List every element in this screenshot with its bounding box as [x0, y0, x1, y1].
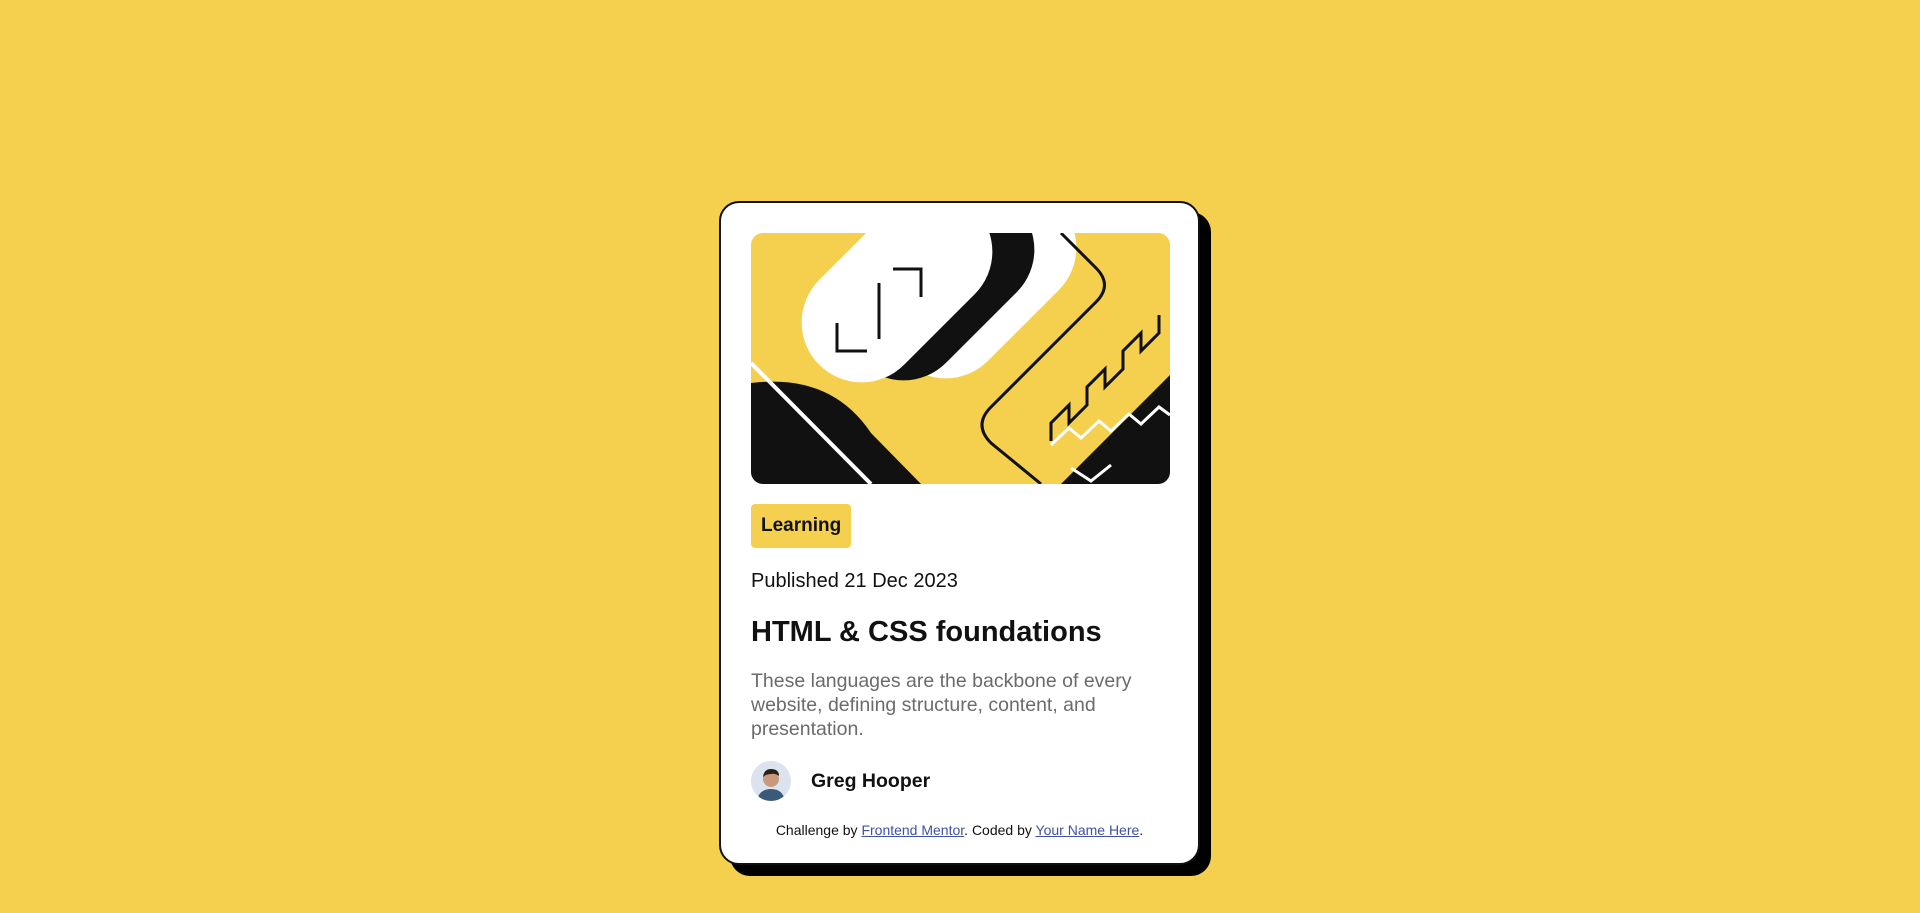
card-title[interactable]: HTML & CSS foundations	[751, 612, 1102, 652]
author-name: Greg Hooper	[811, 769, 931, 792]
attribution: Challenge by Frontend Mentor. Coded by Y…	[721, 820, 1198, 840]
frontend-mentor-link[interactable]: Frontend Mentor	[861, 822, 964, 838]
attribution-middle: . Coded by	[964, 822, 1036, 838]
attribution-prefix: Challenge by	[775, 822, 862, 838]
author: Greg Hooper	[751, 761, 930, 801]
avatar-icon	[751, 761, 791, 801]
published-date: Published 21 Dec 2023	[751, 570, 958, 592]
card-description: These languages are the backbone of ever…	[751, 670, 1132, 740]
blog-preview-card: Learning Published 21 Dec 2023 HTML & CS…	[719, 201, 1200, 865]
category-tag: Learning	[751, 504, 852, 548]
attribution-suffix: .	[1139, 822, 1144, 838]
author-site-link[interactable]: Your Name Here	[1036, 822, 1140, 838]
abstract-illustration-icon	[751, 233, 1170, 484]
